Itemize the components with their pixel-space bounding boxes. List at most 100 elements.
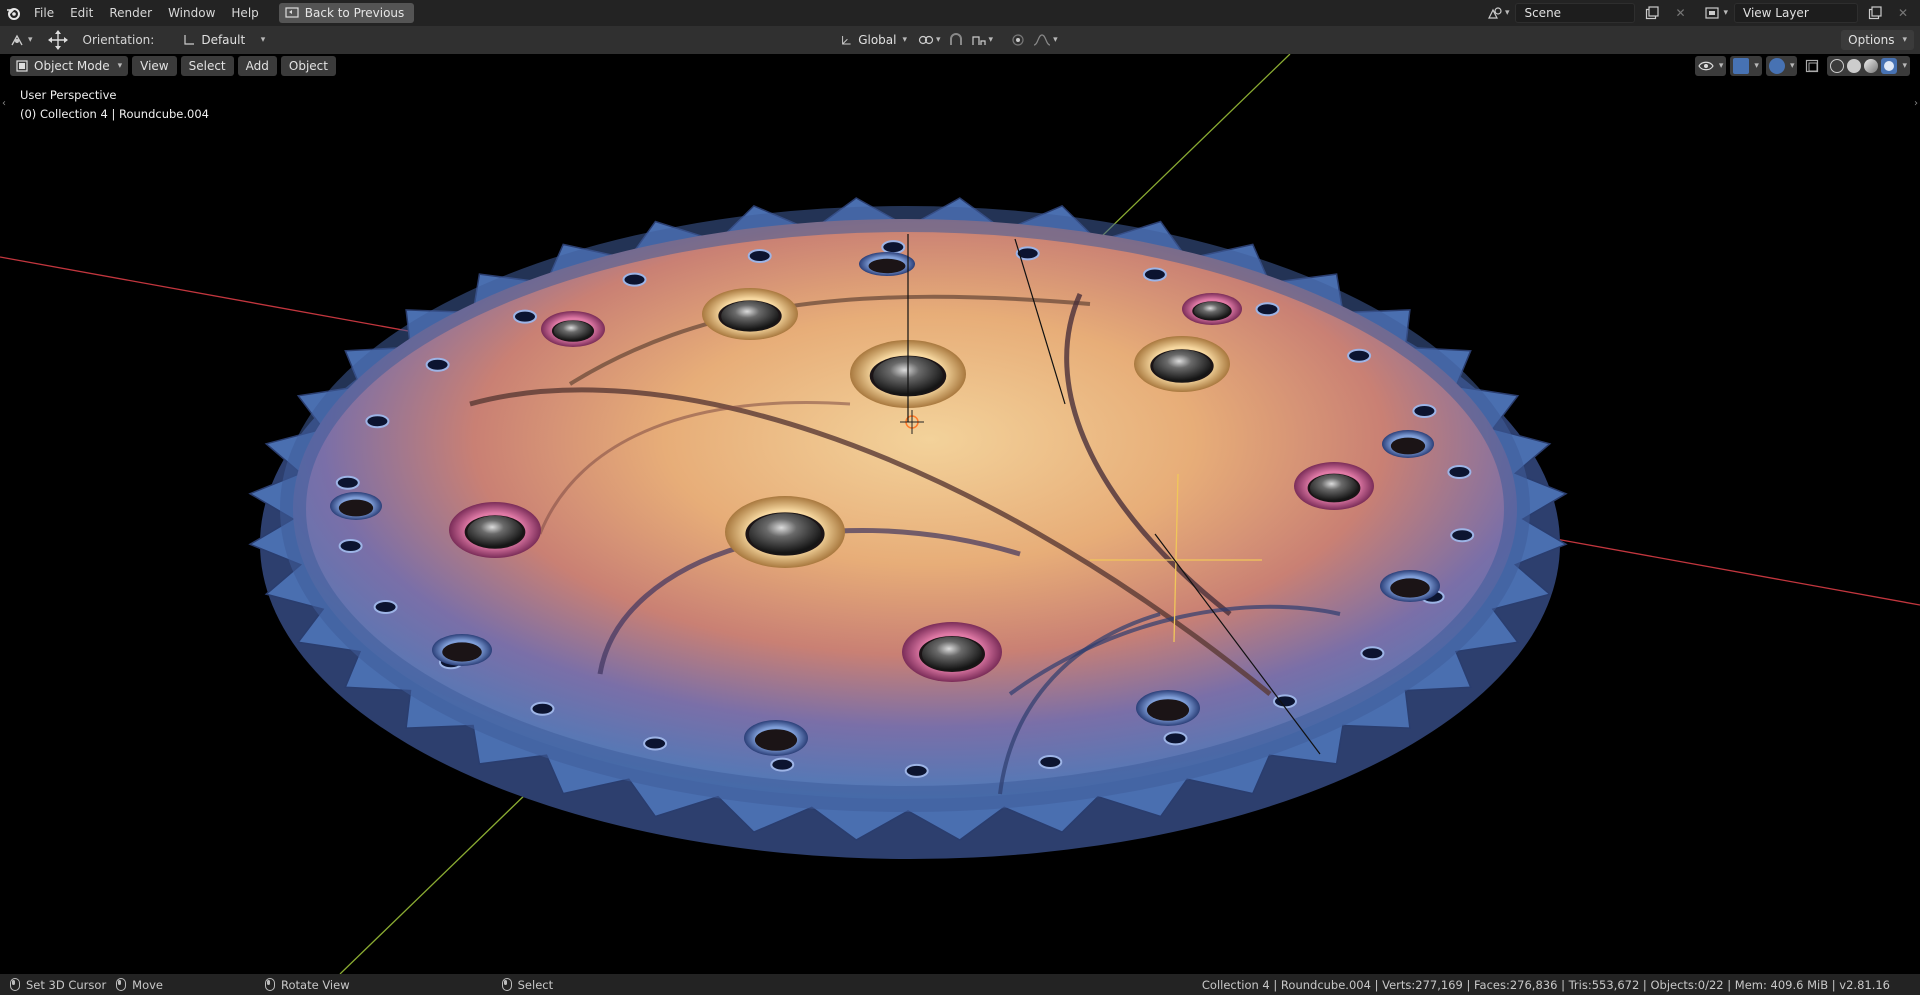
back-to-previous-button[interactable]: Back to Previous (278, 3, 415, 23)
shading-mode-group: ▾ (1827, 56, 1910, 76)
mode-label: Object Mode (34, 59, 110, 73)
object-mode-icon (16, 60, 28, 72)
ball-socket (902, 622, 1002, 682)
snap-icon[interactable] (945, 30, 967, 50)
snap-target-icon[interactable]: ▾ (971, 30, 993, 50)
perimeter-hole (335, 475, 360, 490)
blender-logo-icon[interactable] (0, 0, 26, 26)
perimeter-hole (1412, 404, 1437, 418)
ball-socket (1136, 690, 1200, 726)
options-label: Options (1848, 33, 1895, 47)
transform-space-value: Global (858, 33, 897, 47)
orientation-dropdown[interactable]: Default ▾ (176, 30, 272, 50)
view-layer-selector-icon[interactable]: ▾ (1705, 3, 1728, 23)
ball-socket (1382, 430, 1434, 458)
transform-space-dropdown[interactable]: Global ▾ (834, 30, 914, 50)
viewport-display-controls: ▾ ▾ ▾ ▾ (1694, 56, 1910, 76)
move-tool-icon[interactable] (47, 30, 69, 50)
proportional-editing-icon[interactable] (1007, 30, 1029, 50)
ball-socket (859, 252, 915, 276)
ball-socket (1134, 336, 1230, 392)
perimeter-hole (365, 414, 390, 429)
perspective-label: User Perspective (20, 88, 117, 102)
scene-statistics: Collection 4 | Roundcube.004 | Verts:277… (1201, 977, 1890, 992)
perimeter-hole (747, 249, 772, 263)
ball-socket (744, 720, 808, 756)
perimeter-hole (338, 539, 363, 553)
ball-socket (449, 502, 541, 558)
orientation-value: Default (201, 33, 246, 47)
options-dropdown[interactable]: Options ▾ (1841, 30, 1914, 50)
perimeter-hole (643, 736, 668, 751)
top-menu-bar: File Edit Render Window Help Back to Pre… (0, 0, 1920, 26)
mode-dropdown[interactable]: Object Mode ▾ (10, 56, 129, 76)
ball-socket (702, 288, 798, 340)
menu-window[interactable]: Window (160, 2, 223, 24)
middle-mouse-icon (116, 978, 127, 991)
left-panel-toggle-icon[interactable]: ‹ (2, 98, 6, 109)
viewport-menu-object[interactable]: Object (280, 56, 336, 76)
visibility-dropdown[interactable]: ▾ (1694, 56, 1727, 76)
collection-info-label: (0) Collection 4 | Roundcube.004 (20, 107, 209, 121)
viewport-scene (0, 54, 1920, 974)
right-mouse-icon (501, 978, 512, 991)
scene-controls: ▾ Scene ✕ ▾ View Layer ✕ (1487, 0, 1920, 26)
global-axes-icon (842, 36, 851, 45)
close-view-layer-icon[interactable]: ✕ (1892, 3, 1914, 23)
new-view-layer-icon[interactable] (1864, 3, 1886, 23)
perimeter-hole (904, 763, 929, 778)
perimeter-hole (1360, 646, 1385, 661)
ball-socket (541, 311, 605, 347)
new-scene-icon[interactable] (1641, 3, 1663, 23)
ball-socket (330, 492, 382, 520)
wireframe-shading-icon[interactable] (1830, 59, 1845, 73)
screen-icon (285, 7, 299, 18)
tool-header: ▾ Orientation: Default ▾ Global ▾ ▾ ▾ ▾ (0, 26, 1920, 54)
menu-file[interactable]: File (26, 2, 62, 24)
perimeter-hole (1255, 302, 1280, 317)
pivot-point-icon[interactable]: ▾ (918, 30, 941, 50)
viewport-menu-add[interactable]: Add (237, 56, 277, 76)
menu-help[interactable]: Help (223, 2, 266, 24)
back-to-previous-label: Back to Previous (304, 6, 405, 20)
status-set-cursor: Set 3D Cursor (10, 978, 106, 992)
viewport-menu-select[interactable]: Select (180, 56, 234, 76)
status-set-cursor-label: Set 3D Cursor (26, 977, 107, 992)
material-shading-icon[interactable] (1864, 59, 1879, 73)
gizmo-dropdown[interactable]: ▾ (1730, 56, 1762, 76)
status-move-label: Move (132, 977, 164, 992)
editor-type-icon[interactable]: ▾ (10, 30, 33, 50)
scene-selector-icon[interactable]: ▾ (1487, 3, 1509, 23)
close-scene-icon[interactable]: ✕ (1669, 3, 1691, 23)
viewport-menu-view[interactable]: View (132, 56, 177, 76)
overlays-icon (1768, 58, 1785, 74)
scene-name-field[interactable]: Scene (1515, 3, 1636, 23)
xray-toggle-icon[interactable] (1801, 56, 1823, 76)
left-mouse-icon (10, 978, 20, 991)
view-layer-field[interactable]: View Layer (1734, 3, 1858, 23)
perimeter-hole (530, 701, 555, 716)
perimeter-hole (1347, 348, 1372, 363)
status-move: Move (116, 978, 163, 992)
rendered-shading-icon[interactable] (1881, 58, 1898, 74)
ball-socket (1294, 462, 1374, 510)
falloff-icon[interactable]: ▾ (1033, 30, 1058, 50)
axes-icon (184, 35, 195, 45)
viewport-header: Object Mode ▾ View Select Add Object (10, 56, 336, 76)
perimeter-hole (425, 357, 450, 372)
menu-render[interactable]: Render (101, 2, 160, 24)
perimeter-hole (1163, 731, 1188, 746)
perimeter-hole (1450, 528, 1475, 543)
solid-shading-icon[interactable] (1847, 59, 1862, 73)
ball-socket (725, 496, 845, 568)
perimeter-hole (770, 757, 795, 772)
overlays-dropdown[interactable]: ▾ (1765, 56, 1798, 76)
ball-socket (1380, 570, 1440, 602)
status-bar: Set 3D Cursor Move Rotate View Select Co… (0, 974, 1920, 995)
menu-edit[interactable]: Edit (62, 2, 101, 24)
right-panel-toggle-icon[interactable]: › (1914, 98, 1918, 109)
ball-socket (432, 634, 492, 666)
perimeter-hole (373, 600, 398, 614)
orientation-label: Orientation: (82, 33, 155, 47)
3d-viewport[interactable]: Object Mode ▾ View Select Add Object ▾ ▾… (0, 54, 1920, 974)
